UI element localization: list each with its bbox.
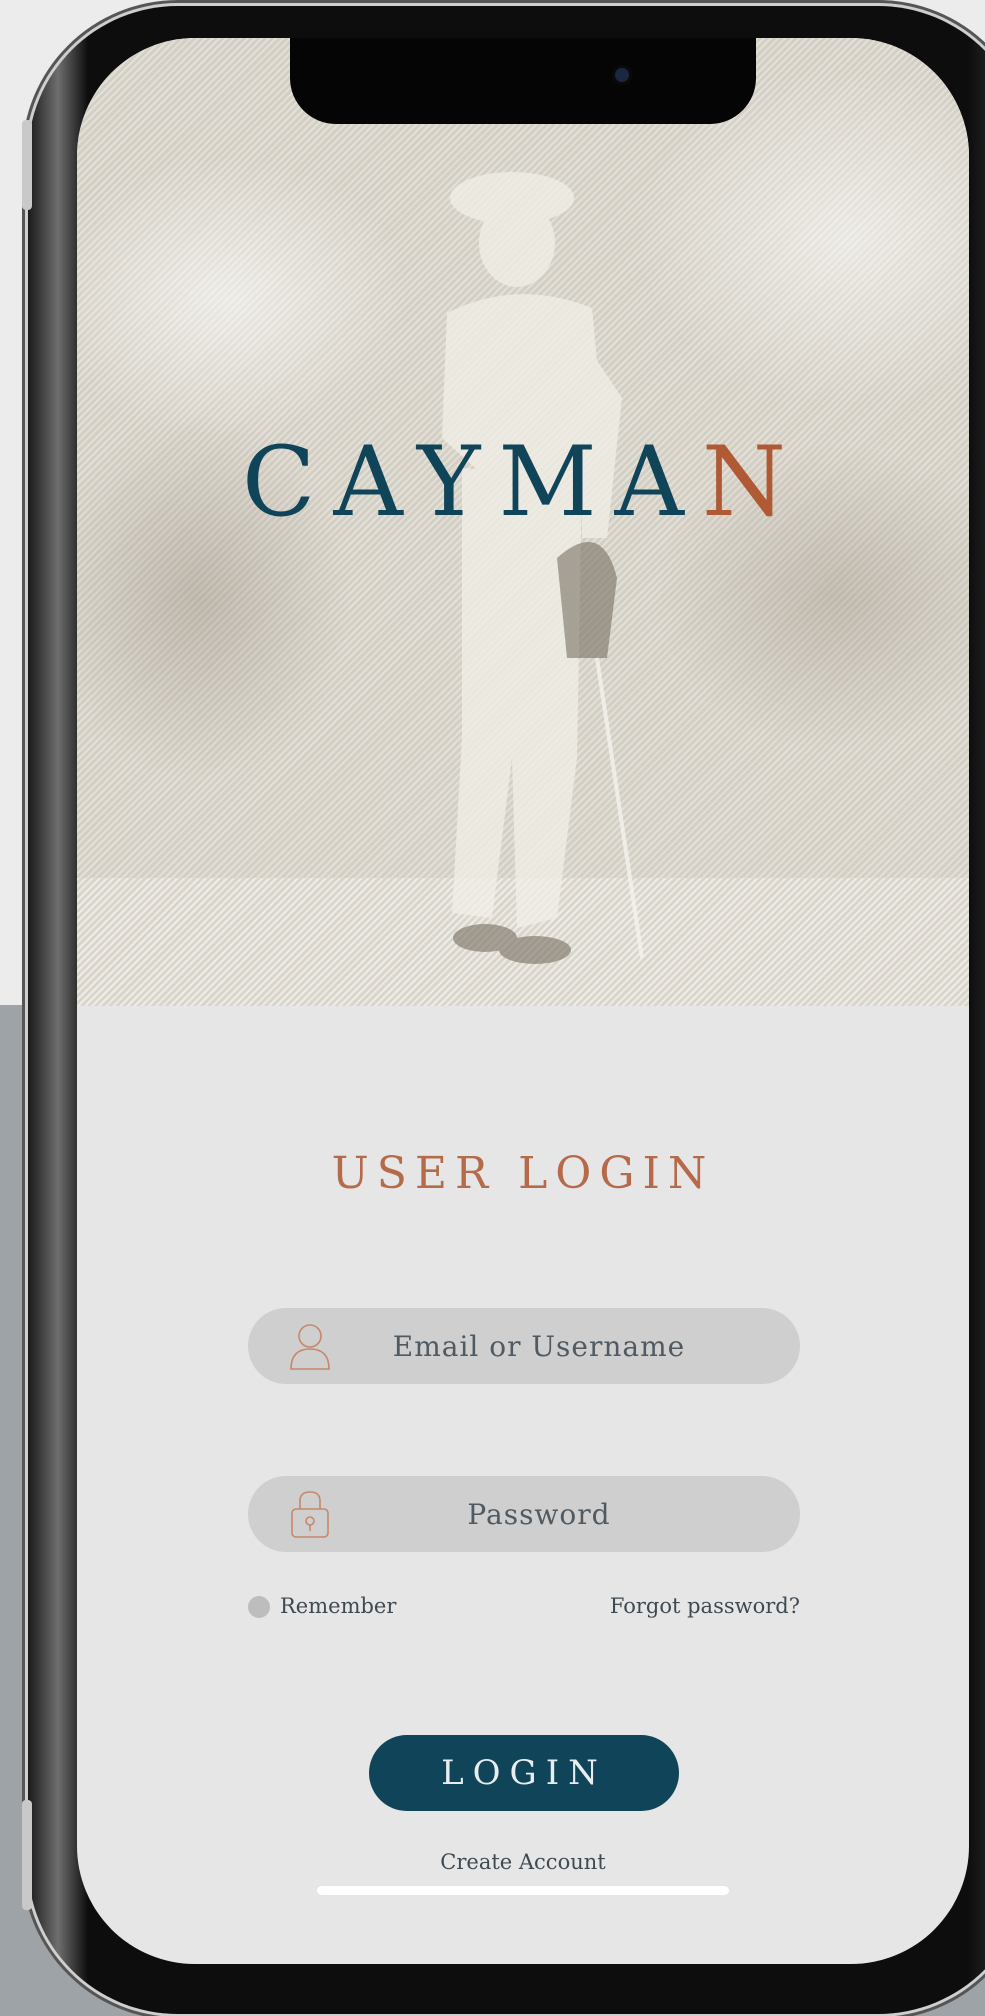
login-title: USER LOGIN: [331, 1148, 715, 1199]
password-placeholder: Password: [467, 1498, 611, 1531]
phone-screen: CAYMAN USER LOGIN Email or Username Pass…: [77, 38, 969, 1964]
brand-logo: CAYMAN: [77, 426, 969, 538]
email-field[interactable]: Email or Username: [248, 1308, 800, 1384]
golfer-illustration: [442, 172, 644, 964]
notch: [290, 38, 756, 124]
email-placeholder: Email or Username: [392, 1330, 686, 1363]
front-camera: [615, 68, 629, 82]
phone-side-button: [22, 120, 32, 210]
remember-label[interactable]: Remember: [280, 1594, 396, 1618]
forgot-password-link[interactable]: Forgot password?: [610, 1594, 800, 1618]
phone-side-button-lower: [22, 1800, 32, 1910]
remember-checkbox[interactable]: [248, 1596, 270, 1618]
create-account-link[interactable]: Create Account: [77, 1850, 969, 1874]
brand-logo-accent-letter: N: [701, 426, 804, 538]
password-field[interactable]: Password: [248, 1476, 800, 1552]
login-button[interactable]: LOGIN: [369, 1735, 679, 1811]
home-indicator[interactable]: [317, 1886, 729, 1895]
brand-logo-text: CAYMA: [242, 426, 702, 538]
